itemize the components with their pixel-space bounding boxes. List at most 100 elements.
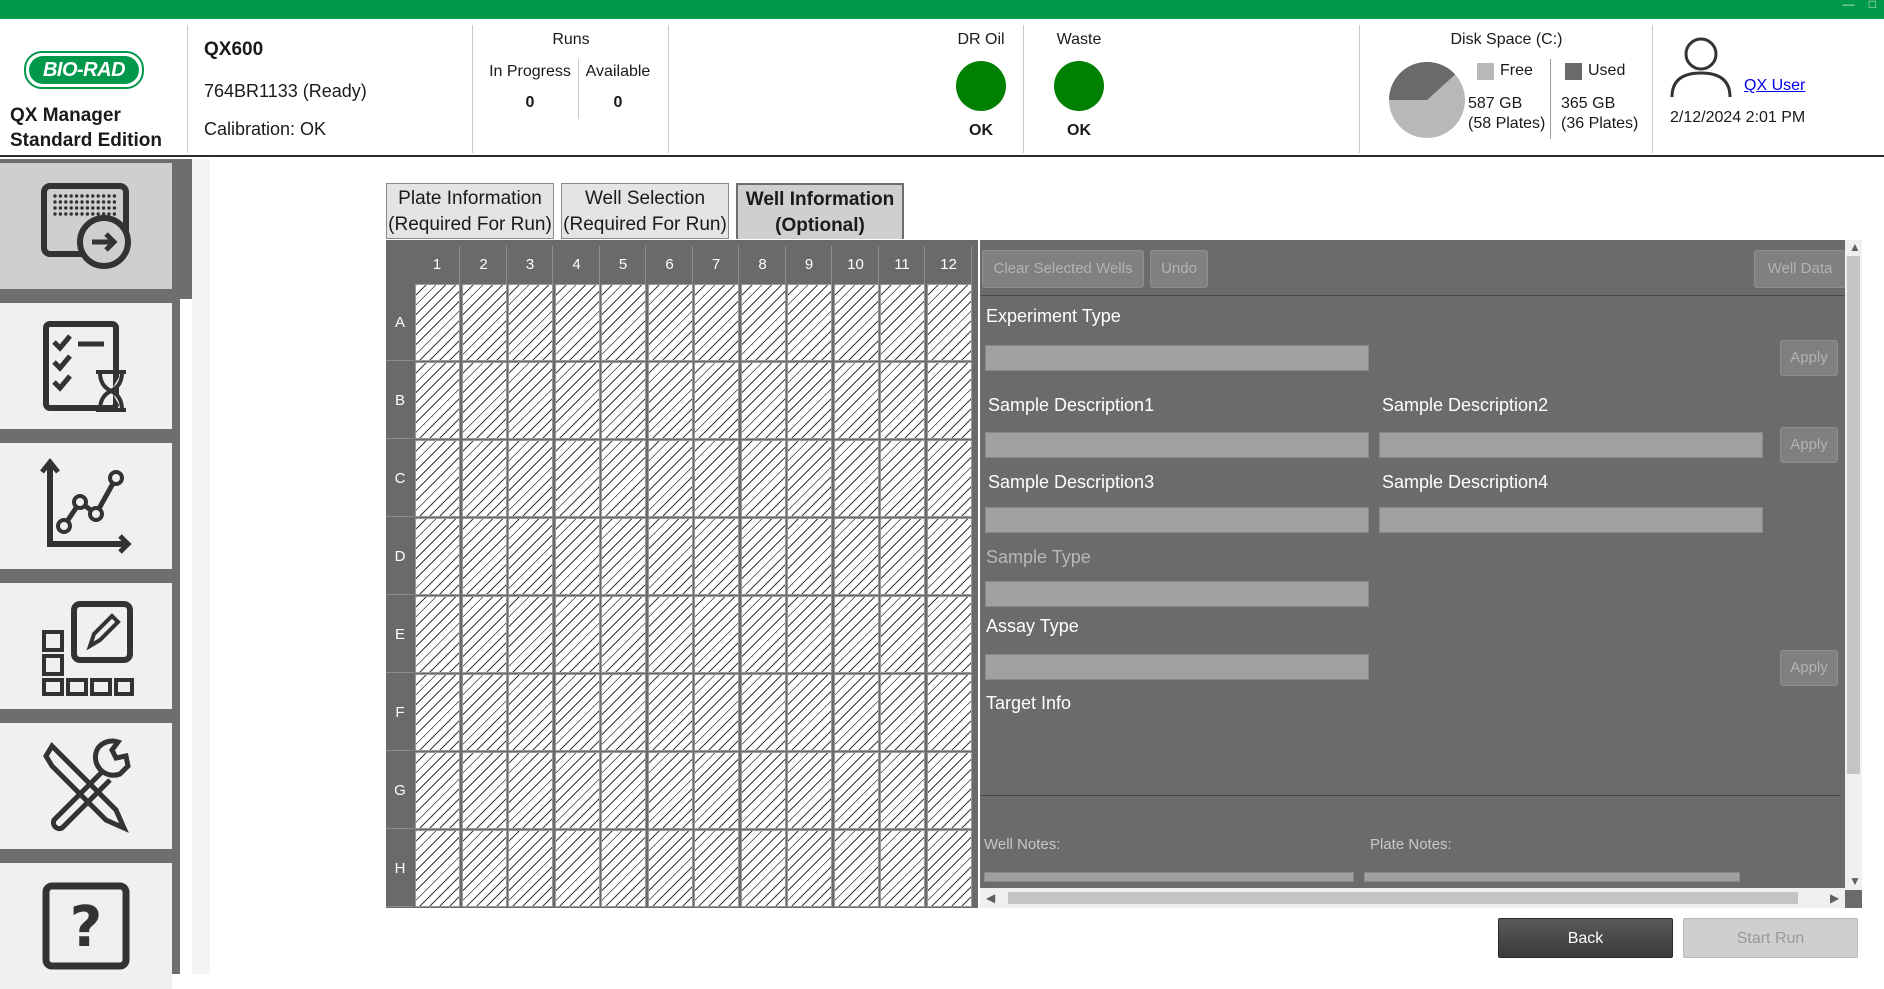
sidebar-item-help[interactable]: ? [0,863,172,989]
column-header[interactable]: 11 [880,246,925,284]
well[interactable] [415,440,460,517]
maximize-icon[interactable]: □ [1869,0,1876,10]
well[interactable] [415,830,460,907]
well[interactable] [740,752,786,829]
well[interactable] [787,518,832,595]
tab-plate-information[interactable]: Plate Information (Required For Run) [386,183,554,239]
well[interactable] [647,284,693,361]
well[interactable] [880,830,925,907]
well[interactable] [508,830,553,907]
well[interactable] [694,440,739,517]
well[interactable] [694,362,739,439]
well[interactable] [554,674,600,751]
well[interactable] [880,440,925,517]
well[interactable] [554,752,600,829]
sample-type-field[interactable] [985,581,1369,607]
sidebar-item-setup-run[interactable] [0,163,172,289]
sample-description4-field[interactable] [1379,507,1763,533]
well[interactable] [647,362,693,439]
column-header[interactable]: 7 [694,246,739,284]
column-header[interactable]: 12 [926,246,972,284]
column-header[interactable]: 6 [647,246,693,284]
well[interactable] [601,596,646,673]
well[interactable] [787,830,832,907]
well[interactable] [647,518,693,595]
row-header[interactable]: H [386,830,414,907]
well[interactable] [833,362,879,439]
well[interactable] [647,674,693,751]
row-header[interactable]: D [386,518,414,595]
well[interactable] [461,752,507,829]
well[interactable] [415,596,460,673]
well[interactable] [554,596,600,673]
well[interactable] [926,518,972,595]
well[interactable] [926,362,972,439]
well[interactable] [833,674,879,751]
well[interactable] [461,674,507,751]
well[interactable] [880,674,925,751]
well[interactable] [461,440,507,517]
well[interactable] [787,596,832,673]
well[interactable] [415,362,460,439]
well[interactable] [461,518,507,595]
panel-horizontal-scroll-thumb[interactable] [1008,892,1798,904]
row-header[interactable]: F [386,674,414,751]
scroll-up-icon[interactable]: ▲ [1849,240,1861,254]
apply-assay-type-button[interactable]: Apply [1780,650,1838,686]
well[interactable] [833,830,879,907]
well[interactable] [740,674,786,751]
row-header[interactable]: B [386,362,414,439]
well[interactable] [694,830,739,907]
experiment-type-field[interactable] [985,345,1369,371]
well[interactable] [926,596,972,673]
well[interactable] [833,284,879,361]
apply-sample-description-button[interactable]: Apply [1780,427,1838,463]
well[interactable] [461,362,507,439]
row-header[interactable]: G [386,752,414,829]
well[interactable] [740,284,786,361]
well[interactable] [647,440,693,517]
well[interactable] [694,674,739,751]
undo-button[interactable]: Undo [1150,250,1208,288]
well[interactable] [554,440,600,517]
column-header[interactable]: 2 [461,246,507,284]
row-header[interactable]: C [386,440,414,517]
minimize-icon[interactable]: — [1843,0,1855,10]
well[interactable] [880,596,925,673]
well[interactable] [787,674,832,751]
row-header[interactable]: A [386,284,414,361]
well[interactable] [554,518,600,595]
column-header[interactable]: 1 [415,246,460,284]
well[interactable] [787,284,832,361]
well[interactable] [647,830,693,907]
well[interactable] [508,596,553,673]
tab-well-information[interactable]: Well Information (Optional) [736,183,904,239]
well[interactable] [694,596,739,673]
well[interactable] [694,752,739,829]
well[interactable] [740,596,786,673]
sample-description1-field[interactable] [985,432,1369,458]
start-run-button[interactable]: Start Run [1683,918,1858,958]
column-header[interactable]: 8 [740,246,786,284]
well[interactable] [601,674,646,751]
well[interactable] [508,752,553,829]
well[interactable] [461,596,507,673]
well[interactable] [554,362,600,439]
window-controls[interactable]: — □ [1843,0,1876,10]
well[interactable] [508,674,553,751]
well[interactable] [601,752,646,829]
column-header[interactable]: 4 [554,246,600,284]
well[interactable] [601,830,646,907]
well[interactable] [740,518,786,595]
well[interactable] [833,752,879,829]
well[interactable] [508,284,553,361]
well[interactable] [554,830,600,907]
well[interactable] [647,596,693,673]
scroll-right-icon[interactable]: ▶ [1830,891,1839,905]
well[interactable] [787,440,832,517]
well[interactable] [740,362,786,439]
well[interactable] [880,518,925,595]
well[interactable] [415,284,460,361]
well[interactable] [926,752,972,829]
well[interactable] [880,362,925,439]
